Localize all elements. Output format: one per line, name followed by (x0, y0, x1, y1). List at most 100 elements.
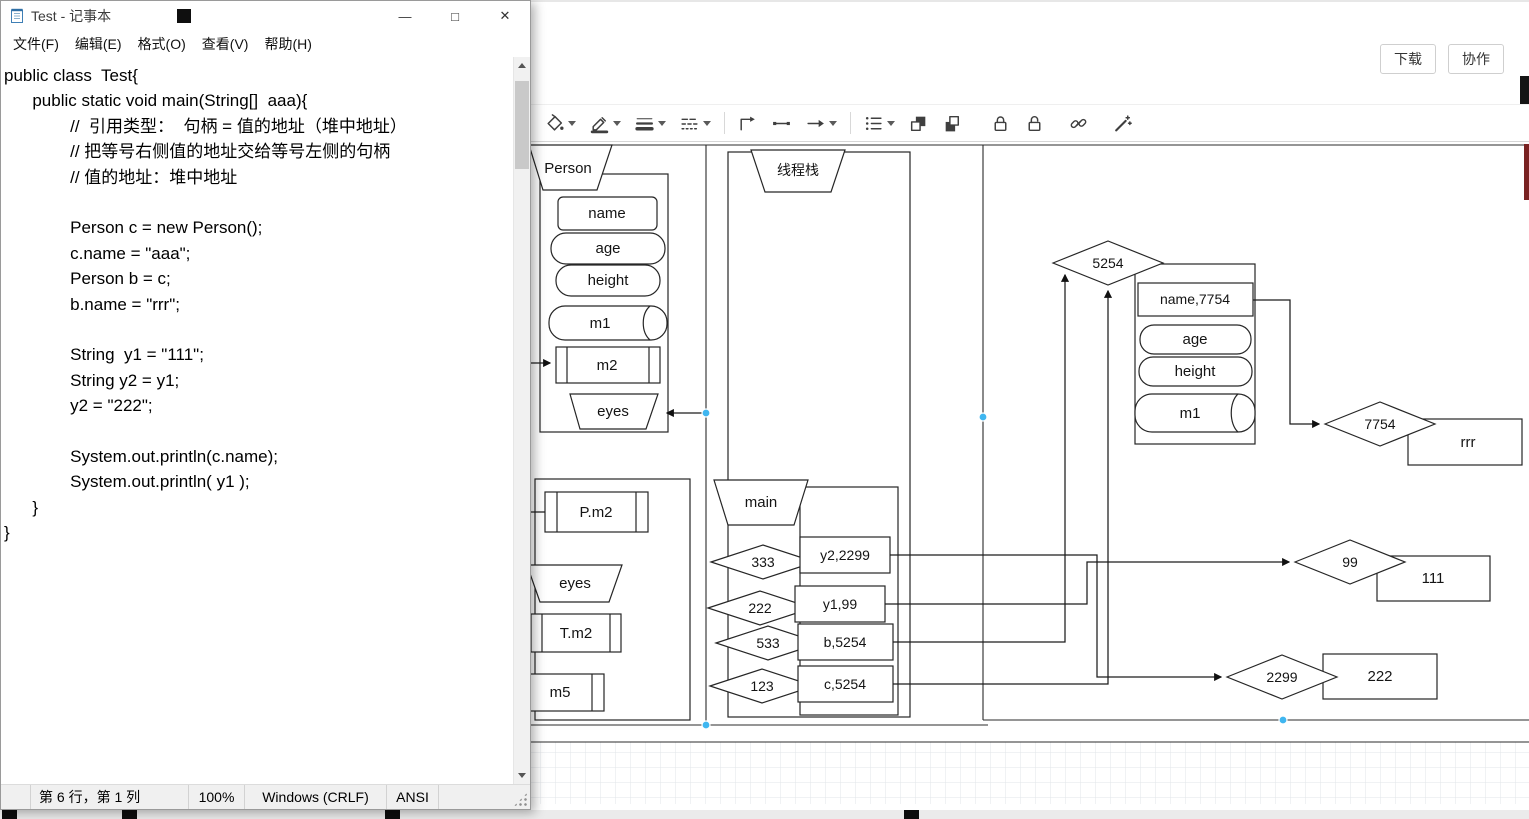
node-field-age-2[interactable]: age (1139, 324, 1252, 355)
node-method-pm2[interactable]: P.m2 (544, 491, 649, 533)
maximize-button[interactable]: □ (430, 1, 480, 31)
label: height (588, 272, 630, 289)
connector-arrow-button[interactable] (802, 111, 840, 136)
edge-b-to-5254[interactable] (893, 273, 1070, 643)
panel-toggle-partial[interactable] (1520, 76, 1529, 104)
node-method-m2[interactable]: m2 (555, 346, 661, 384)
menu-help[interactable]: 帮助(H) (256, 31, 319, 57)
line-color-button[interactable] (586, 111, 624, 136)
node-field-name[interactable]: name (557, 196, 658, 231)
edge-name-to-7754[interactable] (1253, 299, 1321, 429)
connector-line-button[interactable] (768, 111, 795, 136)
node-method-m5[interactable]: m5 (531, 673, 605, 712)
scroll-down-button[interactable] (514, 767, 530, 784)
menu-view[interactable]: 查看(V) (194, 31, 257, 57)
bring-forward-button[interactable] (905, 111, 932, 136)
node-var-y2[interactable]: y2,2299 (799, 536, 891, 574)
notepad-titlebar[interactable]: Test - 记事本 ― □ ✕ (1, 1, 530, 31)
fill-color-icon (547, 113, 564, 131)
align-button[interactable] (860, 111, 898, 136)
line-weight-button[interactable] (631, 111, 669, 136)
node-field-eyes[interactable]: eyes (569, 393, 659, 430)
code-line: // 值的地址：堆中地址 (4, 167, 238, 187)
chevron-down-icon (658, 120, 666, 126)
code-line: public class Test{ (4, 66, 138, 85)
label: main (745, 494, 778, 511)
scrollbar-thumb[interactable] (515, 81, 529, 169)
send-backward-button[interactable] (939, 111, 966, 136)
node-field-age[interactable]: age (550, 232, 666, 265)
fill-color-button[interactable] (541, 111, 579, 136)
selection-handle[interactable] (978, 412, 988, 422)
scroll-down-icon (518, 773, 526, 778)
selection-handle[interactable] (701, 408, 711, 418)
vertical-scrollbar[interactable] (513, 57, 530, 784)
node-person-title[interactable]: Person (531, 144, 613, 191)
connector-line-icon (773, 121, 790, 125)
notepad-menubar: 文件(F) 编辑(E) 格式(O) 查看(V) 帮助(H) (1, 31, 530, 57)
scroll-up-button[interactable] (514, 57, 530, 74)
node-field-height[interactable]: height (555, 264, 661, 297)
node-var-c[interactable]: c,5254 (797, 665, 894, 703)
minimize-button[interactable]: ― (380, 1, 430, 31)
edge-y1-to-99[interactable] (885, 557, 1291, 605)
unlock-button[interactable] (1021, 111, 1048, 136)
node-var-b[interactable]: b,5254 (797, 623, 894, 661)
resize-grip[interactable] (513, 792, 528, 807)
menu-file[interactable]: 文件(F) (5, 31, 67, 57)
code-line: String y1 = "111"; (4, 345, 204, 365)
node-field-name7754[interactable]: name,7754 (1137, 282, 1254, 317)
magic-wand-button[interactable] (1109, 111, 1136, 136)
code-line: } (4, 523, 10, 543)
node-method-m1-2[interactable]: m1 (1134, 393, 1256, 433)
edge-y2-to-2299[interactable] (890, 554, 1223, 682)
diagram-canvas-svg: Person name age height m1 m2 eyes P.m2 e… (531, 144, 1529, 804)
node-var-y1[interactable]: y1,99 (794, 585, 886, 623)
taskbar-icon[interactable] (2, 810, 17, 819)
taskbar-icon[interactable] (904, 810, 919, 819)
taskbar-icon[interactable] (122, 810, 137, 819)
diagram-toolbar (531, 104, 1529, 142)
label: name,7754 (1160, 291, 1230, 307)
label: eyes (559, 575, 591, 592)
node-string-222[interactable]: 222 (1322, 653, 1438, 700)
menu-edit[interactable]: 编辑(E) (67, 31, 130, 57)
node-thread-stack-title[interactable]: 线程栈 (750, 149, 846, 193)
node-method-tm2[interactable]: T.m2 (531, 613, 622, 653)
notepad-text-area[interactable]: public class Test{ public static void ma… (1, 57, 530, 784)
code-line: // 把等号右侧值的地址交给等号左侧的句柄 (4, 142, 391, 162)
download-button[interactable]: 下载 (1380, 44, 1436, 74)
canvas-scrollbar-thumb[interactable] (1524, 144, 1529, 200)
close-button[interactable]: ✕ (480, 1, 530, 31)
label: 7754 (1364, 416, 1395, 432)
lock-button[interactable] (987, 111, 1014, 136)
selection-handle[interactable] (1278, 715, 1288, 725)
notepad-statusbar: 第 6 行，第 1 列 100% Windows (CRLF) ANSI (1, 784, 530, 809)
label: rrr (1461, 434, 1476, 451)
label: 222 (1367, 668, 1392, 685)
node-field-height-2[interactable]: height (1138, 356, 1253, 387)
link-button[interactable] (1065, 111, 1092, 136)
menu-format[interactable]: 格式(O) (130, 31, 194, 57)
titlebar-mark (177, 9, 191, 23)
window-title: Test - 记事本 (31, 8, 112, 24)
edge-c-to-5254[interactable] (893, 289, 1113, 685)
chevron-down-icon (829, 120, 837, 126)
addr-533-label: 533 (756, 635, 780, 651)
node-addr-2299[interactable]: 2299 (1225, 654, 1339, 700)
label: age (595, 240, 620, 257)
taskbar-icon[interactable] (385, 810, 400, 819)
diagram-canvas[interactable]: Person name age height m1 m2 eyes P.m2 e… (531, 142, 1529, 812)
node-method-m1[interactable]: m1 (548, 305, 668, 341)
bring-forward-icon (910, 116, 926, 131)
collaborate-button[interactable]: 协作 (1448, 44, 1504, 74)
line-style-button[interactable] (676, 111, 714, 136)
code-line: String y2 = y1; (4, 370, 180, 390)
node-main-title[interactable]: main (713, 479, 809, 526)
zoom-level: 100% (189, 785, 245, 809)
node-eyes-2[interactable]: eyes (531, 564, 623, 603)
connector-elbow-button[interactable] (734, 111, 761, 136)
code-line: Person b = c; (4, 269, 171, 289)
selection-handle[interactable] (701, 720, 711, 730)
